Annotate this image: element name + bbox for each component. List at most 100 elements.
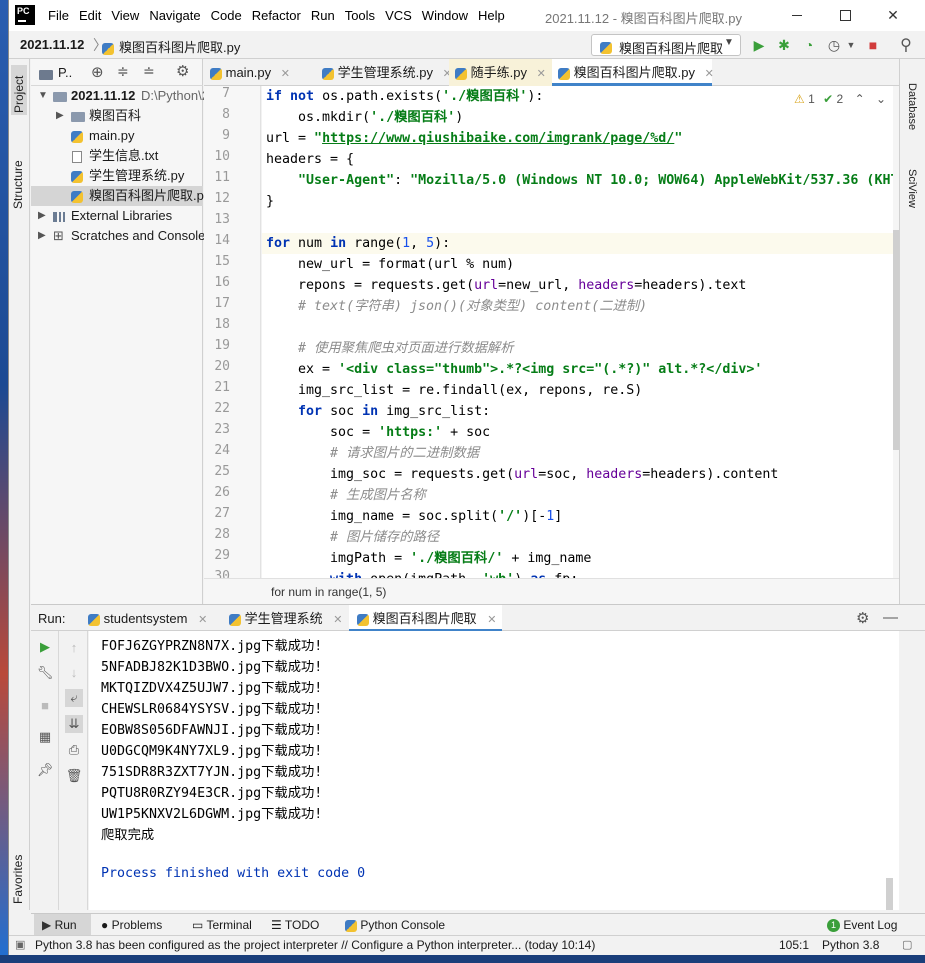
tree-item-file[interactable]: 学生管理系统.py (31, 166, 203, 186)
close-tab-icon[interactable]: ✕ (537, 68, 546, 80)
arrow-up-icon[interactable]: ↑ (65, 638, 83, 656)
terminal-tool-tab[interactable]: ▭ Terminal (188, 914, 252, 936)
editor-scrollbar-thumb[interactable] (893, 230, 899, 450)
menu-item-run[interactable]: Run (306, 8, 340, 23)
stop-icon[interactable]: ■ (36, 696, 54, 714)
menu-item-window[interactable]: Window (417, 8, 473, 23)
caret-position[interactable]: 105:1 (779, 938, 809, 952)
menu-item-refactor[interactable]: Refactor (247, 8, 306, 23)
close-tab-icon[interactable]: ✕ (281, 68, 290, 80)
menu-item-edit[interactable]: Edit (74, 8, 106, 23)
close-tab-icon[interactable]: ✕ (487, 614, 496, 626)
line-number: 12 (214, 191, 230, 206)
project-tool-tab[interactable]: Project (11, 65, 27, 115)
close-tab-icon[interactable]: ✕ (333, 614, 342, 626)
gear-icon[interactable]: ⚙ (176, 62, 189, 80)
python-file-icon (88, 613, 100, 626)
menu-item-tools[interactable]: Tools (340, 8, 380, 23)
python-file-icon (357, 613, 369, 626)
tree-item-file[interactable]: main.py (31, 126, 203, 146)
chevron-down-icon[interactable]: ⌄ (876, 92, 886, 106)
todo-tool-tab[interactable]: ☰ TODO (267, 914, 319, 936)
print-icon[interactable]: ⎙ (65, 741, 83, 759)
menu-item-navigate[interactable]: Navigate (144, 8, 205, 23)
python-console-tool-tab[interactable]: Python Console (341, 914, 445, 936)
python-console-tool-tab-label: Python Console (360, 918, 446, 932)
arrow-down-icon[interactable]: ↓ (65, 663, 83, 681)
left-tool-strip: Project Structure Favorites (9, 59, 30, 910)
trash-icon[interactable]: 🗑︎ (65, 767, 83, 785)
chevron-up-icon[interactable]: ⌃ (855, 92, 865, 106)
run-tab[interactable]: studentsystem ✕ (80, 605, 210, 632)
editor-tab[interactable]: 随手练.py ✕ (449, 59, 552, 86)
status-message[interactable]: Python 3.8 has been configured as the pr… (35, 938, 595, 952)
layout-toggle-icon[interactable]: ▣ (15, 938, 25, 951)
maximize-button[interactable] (822, 0, 868, 31)
tree-item-folder[interactable]: ▶ 糗图百科 (31, 106, 203, 126)
tree-item-external-libraries[interactable]: ▶ External Libraries (31, 206, 203, 226)
run-tool-tab[interactable]: ▶ Run (34, 914, 91, 936)
pin-icon[interactable]: 📌︎ (36, 761, 54, 779)
soft-wrap-icon[interactable]: ⤶ (65, 689, 83, 707)
editor-tab-label: 学生管理系统.py (337, 65, 433, 80)
close-tab-icon[interactable]: ✕ (705, 68, 714, 80)
rerun-icon[interactable]: ▶ (36, 638, 54, 656)
run-tab-active[interactable]: 糗图百科图片爬取 ✕ (349, 605, 502, 632)
minimize-panel-icon[interactable]: — (883, 609, 898, 626)
menu-item-vcs[interactable]: VCS (380, 8, 417, 23)
layout-icon[interactable]: ▦ (36, 728, 54, 746)
lock-icon[interactable]: ▢ (902, 938, 912, 951)
run-console[interactable]: FOFJ6ZGYPRZN8N7X.jpg下载成功! 5NFADBJ82K1D3BW… (89, 631, 899, 910)
tree-item-scratches[interactable]: ▶ ⊞ Scratches and Consoles (31, 226, 212, 246)
wrench-icon[interactable]: 🔧︎ (36, 664, 54, 682)
code-line: os.mkdir('./糗图百科') (266, 110, 464, 125)
close-button[interactable] (870, 0, 916, 31)
inspection-widget[interactable]: ⚠ 1 ✔ 2 ⌃ ⌄ (794, 92, 886, 106)
code-breadcrumb[interactable]: for num in range(1, 5) (271, 585, 386, 599)
sciview-tool-tab[interactable]: SciView (906, 169, 918, 208)
menu-item-view[interactable]: View (106, 8, 144, 23)
database-tool-tab[interactable]: Database (906, 83, 918, 130)
menu-item-file[interactable]: File (43, 8, 74, 23)
breadcrumb-file[interactable]: 糗图百科图片爬取.py (119, 37, 240, 56)
breadcrumb-project[interactable]: 2021.11.12 (20, 37, 84, 52)
code-line: img_soc = requests.get(url=soc, headers=… (266, 467, 779, 482)
locate-icon[interactable]: ⊕ (91, 63, 104, 81)
project-view-selector[interactable]: P.. (58, 65, 72, 80)
menu-item-help[interactable]: Help (473, 8, 510, 23)
favorites-tool-tab[interactable]: Favorites (11, 834, 25, 904)
code-editor[interactable]: if not os.path.exists('./糗图百科'): os.mkdi… (262, 86, 899, 578)
editor-tab[interactable]: main.py ✕ (204, 59, 316, 86)
tree-item-file[interactable]: 学生信息.txt (31, 146, 203, 166)
code-line: } (266, 194, 275, 209)
chevron-down-icon[interactable]: ▼ (842, 36, 860, 54)
minimize-button[interactable] (774, 0, 820, 31)
scroll-to-end-icon[interactable]: ⇊ (65, 715, 83, 733)
chevron-right-icon: ▶ (38, 230, 46, 241)
run-icon[interactable]: ▶ (750, 36, 768, 54)
editor-tab[interactable]: 学生管理系统.py ✕ (316, 59, 452, 86)
problems-tool-tab[interactable]: ● Problems (97, 914, 162, 936)
run-configuration-select[interactable]: 糗图百科图片爬取 ▼ (591, 34, 741, 56)
menu-item-code[interactable]: Code (206, 8, 247, 23)
tree-item-label: 糗图百科图片爬取.py (89, 188, 211, 203)
stop-icon[interactable]: ■ (864, 36, 882, 54)
expand-all-icon[interactable]: ≑ (117, 63, 129, 80)
search-icon[interactable]: ⚲ (897, 36, 915, 54)
close-tab-icon[interactable]: ✕ (198, 614, 207, 626)
python-interpreter[interactable]: Python 3.8 (822, 938, 879, 952)
structure-tool-tab[interactable]: Structure (11, 139, 25, 209)
gear-icon[interactable]: ⚙ (856, 609, 869, 627)
editor-tab-active[interactable]: 糗图百科图片爬取.py ✕ (552, 59, 714, 86)
debug-icon[interactable]: ✱ (775, 36, 793, 54)
collapse-all-icon[interactable]: ≐ (143, 63, 155, 80)
console-scrollbar-thumb[interactable] (886, 878, 893, 910)
profile-icon[interactable]: ◷ (825, 36, 843, 54)
line-number: 15 (214, 254, 230, 269)
run-tab[interactable]: 学生管理系统 ✕ (221, 605, 349, 632)
event-log-tool-tab[interactable]: 1 Event Log (823, 914, 897, 936)
tree-item-file-selected[interactable]: 糗图百科图片爬取.py (31, 186, 210, 206)
tree-root[interactable]: ▼ 2021.11.12 D:\Python\2 (31, 86, 209, 106)
coverage-icon[interactable]: ◔ (800, 36, 818, 54)
bottom-tool-tabs: ▶ Run ● Problems ▭ Terminal ☰ TODO Pytho… (31, 913, 925, 936)
